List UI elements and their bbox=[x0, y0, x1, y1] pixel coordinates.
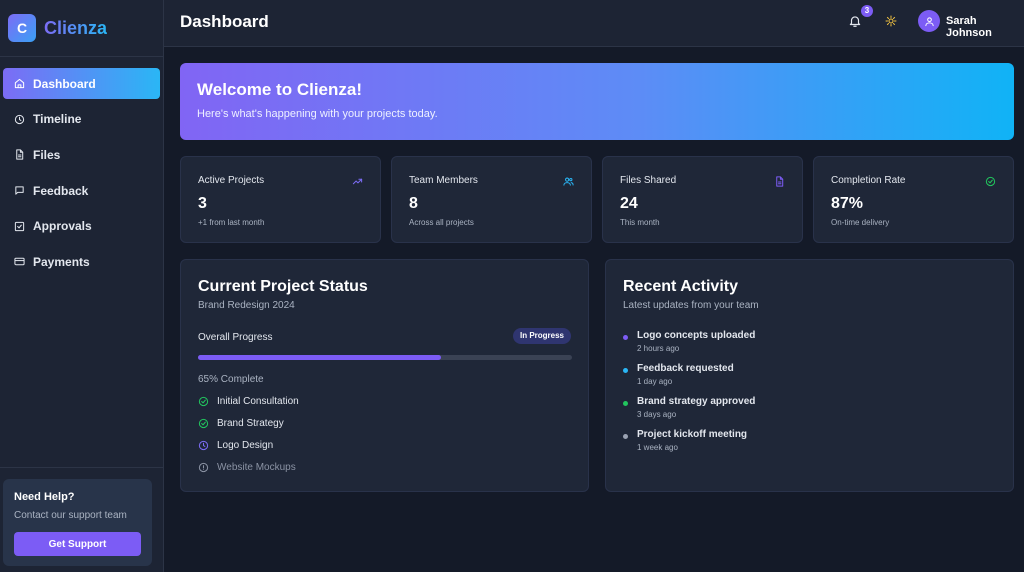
sidebar: C Clienza Dashboard Timeline Files Feedb… bbox=[0, 0, 164, 572]
project-status-panel: Current Project Status Brand Redesign 20… bbox=[180, 259, 589, 492]
sidebar-item-files[interactable]: Files bbox=[3, 139, 160, 170]
sidebar-item-label: Files bbox=[33, 147, 61, 162]
sidebar-nav: Dashboard Timeline Files Feedback Approv… bbox=[0, 57, 163, 277]
notification-badge: 3 bbox=[861, 5, 873, 17]
sidebar-item-label: Dashboard bbox=[33, 76, 96, 91]
home-icon bbox=[14, 78, 25, 89]
sidebar-divider bbox=[0, 467, 163, 468]
user-icon bbox=[924, 16, 934, 26]
bell-icon[interactable] bbox=[848, 14, 862, 28]
activity-title: Feedback requested bbox=[637, 363, 734, 374]
stat-card-files-shared: Files Shared 24 This month bbox=[602, 156, 803, 243]
clock-icon bbox=[14, 114, 25, 124]
activity-dot bbox=[623, 335, 628, 340]
brand-logo: C bbox=[8, 14, 36, 42]
sidebar-item-label: Timeline bbox=[33, 112, 82, 127]
file-icon bbox=[16, 149, 24, 160]
check-circle-icon bbox=[198, 418, 209, 429]
info-circle-icon bbox=[198, 462, 209, 473]
stat-value: 8 bbox=[409, 195, 418, 212]
activity-dot bbox=[623, 401, 628, 406]
sidebar-item-label: Feedback bbox=[33, 183, 89, 198]
check-circle-icon bbox=[198, 396, 209, 407]
project-name: Brand Redesign 2024 bbox=[198, 300, 295, 311]
credit-card-icon bbox=[14, 258, 25, 266]
stat-value: 87% bbox=[831, 195, 864, 212]
help-text: Contact our support team bbox=[14, 510, 127, 521]
stat-card-active-projects: Active Projects 3 +1 from last month bbox=[180, 156, 381, 243]
sidebar-item-feedback[interactable]: Feedback bbox=[3, 175, 160, 206]
activity-title: Brand strategy approved bbox=[637, 396, 756, 407]
users-icon bbox=[563, 177, 574, 186]
activity-dot bbox=[623, 434, 628, 439]
progress-text: 65% Complete bbox=[198, 374, 264, 385]
sidebar-item-timeline[interactable]: Timeline bbox=[3, 104, 160, 135]
user-name[interactable]: Sarah Johnson bbox=[946, 15, 1024, 39]
clock-icon bbox=[198, 440, 209, 451]
stat-card-completion-rate: Completion Rate 87% On-time delivery bbox=[813, 156, 1014, 243]
stat-card-team-members: Team Members 8 Across all projects bbox=[391, 156, 592, 243]
panel-subtitle: Latest updates from your team bbox=[623, 300, 759, 311]
file-text-icon bbox=[776, 176, 784, 187]
activity-dot bbox=[623, 368, 628, 373]
welcome-banner: Welcome to Clienza! Here's what's happen… bbox=[180, 63, 1014, 140]
activity-item: Logo concepts uploaded 2 hours ago bbox=[623, 330, 755, 353]
trending-up-icon bbox=[352, 178, 363, 185]
activity-item: Feedback requested 1 day ago bbox=[623, 363, 734, 386]
stat-sub: Across all projects bbox=[409, 218, 474, 227]
sidebar-item-dashboard[interactable]: Dashboard bbox=[3, 68, 160, 99]
avatar[interactable] bbox=[918, 10, 940, 32]
stat-label: Active Projects bbox=[198, 175, 265, 186]
step-item: Logo Design bbox=[198, 440, 273, 451]
welcome-title: Welcome to Clienza! bbox=[197, 80, 362, 99]
sidebar-item-label: Approvals bbox=[33, 219, 92, 234]
step-item: Website Mockups bbox=[198, 462, 296, 473]
stat-value: 3 bbox=[198, 195, 207, 212]
step-label: Brand Strategy bbox=[217, 418, 284, 429]
activity-time: 1 week ago bbox=[637, 443, 678, 452]
activity-title: Project kickoff meeting bbox=[637, 429, 748, 440]
sidebar-item-payments[interactable]: Payments bbox=[3, 246, 160, 277]
progress-label: Overall Progress bbox=[198, 332, 273, 343]
step-label: Website Mockups bbox=[217, 462, 296, 473]
activity-time: 1 day ago bbox=[637, 377, 673, 386]
stat-value: 24 bbox=[620, 195, 638, 212]
check-circle-icon bbox=[985, 176, 996, 187]
brand[interactable]: C Clienza bbox=[0, 0, 163, 57]
brand-name: Clienza bbox=[44, 17, 108, 38]
stat-sub: +1 from last month bbox=[198, 218, 265, 227]
recent-activity-panel: Recent Activity Latest updates from your… bbox=[605, 259, 1014, 492]
stat-sub: On-time delivery bbox=[831, 218, 890, 227]
sun-icon[interactable] bbox=[885, 15, 897, 27]
activity-time: 3 days ago bbox=[637, 410, 677, 419]
step-item: Brand Strategy bbox=[198, 418, 284, 429]
stat-label: Team Members bbox=[409, 175, 478, 186]
welcome-subtitle: Here's what's happening with your projec… bbox=[197, 108, 438, 120]
sidebar-item-approvals[interactable]: Approvals bbox=[3, 211, 160, 242]
progress-bar bbox=[198, 355, 572, 360]
activity-item: Project kickoff meeting 1 week ago bbox=[623, 429, 747, 452]
panel-title: Current Project Status bbox=[198, 278, 368, 295]
step-label: Initial Consultation bbox=[217, 396, 299, 407]
get-support-button[interactable]: Get Support bbox=[14, 532, 141, 556]
step-item: Initial Consultation bbox=[198, 396, 299, 407]
top-bar: Dashboard 3 Sarah Johnson bbox=[164, 0, 1024, 47]
step-label: Logo Design bbox=[217, 440, 274, 451]
stat-label: Files Shared bbox=[620, 175, 677, 186]
stat-label: Completion Rate bbox=[831, 175, 906, 186]
activity-time: 2 hours ago bbox=[637, 344, 680, 353]
progress-fill bbox=[198, 355, 442, 360]
message-icon bbox=[15, 186, 24, 195]
check-square-icon bbox=[14, 221, 25, 231]
help-card: Need Help? Contact our support team Get … bbox=[3, 479, 152, 566]
activity-item: Brand strategy approved 3 days ago bbox=[623, 396, 755, 419]
stat-sub: This month bbox=[620, 218, 660, 227]
help-title: Need Help? bbox=[14, 491, 75, 503]
sidebar-item-label: Payments bbox=[33, 254, 90, 269]
panel-title: Recent Activity bbox=[623, 278, 738, 295]
activity-title: Logo concepts uploaded bbox=[637, 330, 756, 341]
status-badge: In Progress bbox=[512, 328, 571, 344]
page-title: Dashboard bbox=[180, 12, 269, 31]
